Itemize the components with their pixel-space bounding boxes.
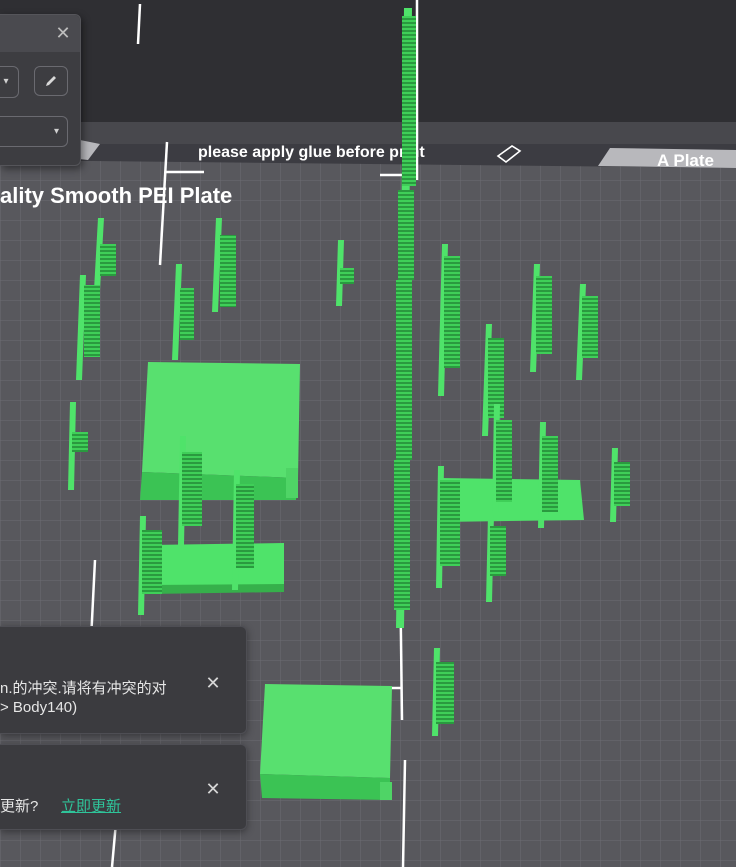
plate-tab-label[interactable]: A Plate	[657, 151, 714, 170]
preset-dropdown[interactable]: ▾	[0, 66, 19, 98]
3d-viewport[interactable]: please apply glue before print ality Smo…	[0, 0, 736, 867]
edit-preset-button[interactable]	[34, 66, 68, 96]
close-icon[interactable]: ✕	[54, 24, 72, 42]
filament-dropdown[interactable]: ▾	[0, 116, 68, 147]
pencil-icon	[46, 76, 56, 86]
plate-glue-label: please apply glue before print	[198, 144, 425, 161]
update-now-link[interactable]: 立即更新	[61, 795, 121, 816]
notification-message: 更新?	[0, 798, 39, 815]
update-notification: 更新? 立即更新 ✕	[0, 744, 247, 830]
viewport-backdrop	[0, 0, 736, 140]
notification-message: n.的冲突.请将有冲突的对	[0, 680, 167, 697]
model-block[interactable]	[260, 684, 392, 800]
model-block[interactable]	[140, 362, 300, 500]
bed-back-edge	[0, 122, 736, 144]
notification-message-detail: > Body140)	[0, 699, 78, 716]
close-icon[interactable]: ✕	[205, 674, 221, 692]
pencil-icon[interactable]	[496, 145, 522, 164]
model-block[interactable]	[148, 543, 284, 594]
settings-panel: ✕ ▾ ▾	[0, 14, 81, 166]
plate-type-title: ality Smooth PEI Plate	[0, 183, 232, 208]
chevron-down-icon: ▾	[53, 126, 59, 137]
close-icon[interactable]: ✕	[205, 780, 221, 798]
chevron-down-icon: ▾	[3, 76, 9, 87]
conflict-notification: n.的冲突.请将有冲突的对 > Body140) ✕	[0, 626, 247, 734]
